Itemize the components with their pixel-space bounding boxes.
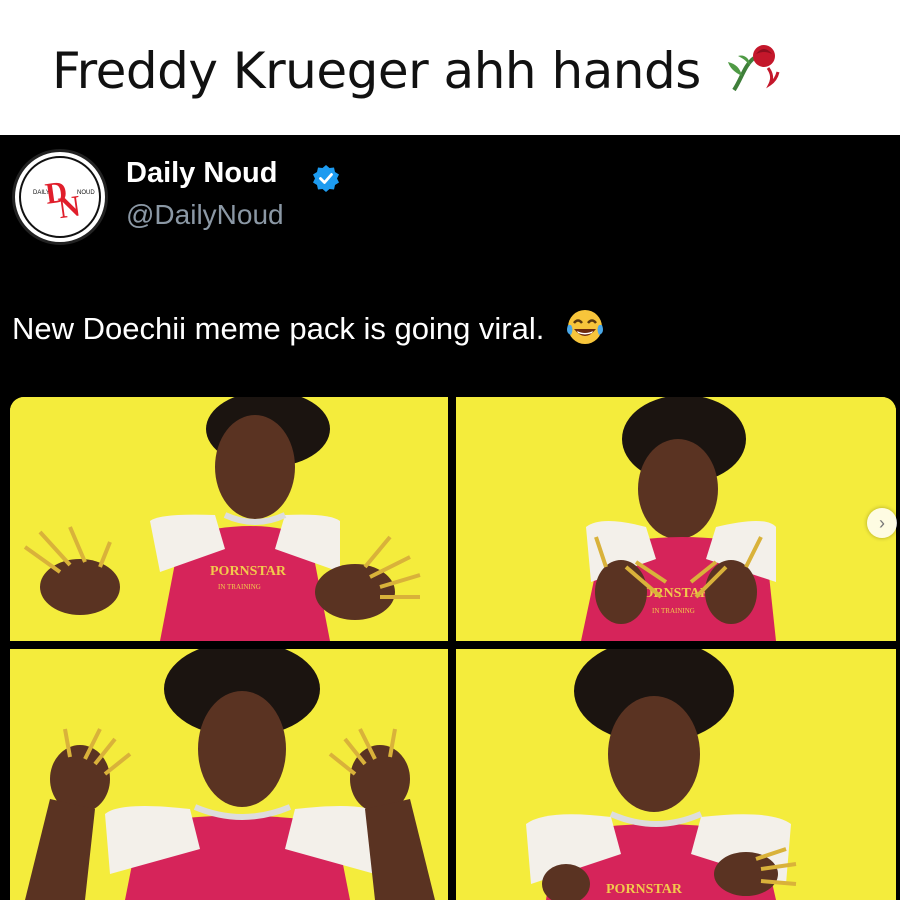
- meme-caption-bar: Freddy Krueger ahh hands: [0, 0, 900, 135]
- svg-text:IN TRAINING: IN TRAINING: [652, 607, 695, 615]
- verified-badge-icon: [313, 165, 339, 192]
- chevron-right-icon: ›: [879, 513, 885, 533]
- meme-image-3[interactable]: [10, 649, 448, 900]
- tweet-text: New Doechii meme pack is going viral.: [12, 311, 545, 346]
- display-name[interactable]: Daily Noud: [126, 157, 277, 190]
- wilted-rose-icon: [728, 45, 780, 92]
- avatar[interactable]: DAILY NOUD D N: [12, 149, 108, 245]
- meme-photo-smiling: PORNSTAR: [456, 649, 896, 900]
- meme-image-4[interactable]: PORNSTAR: [456, 649, 896, 900]
- meme-photo-hands-spread: PORNSTAR IN TRAINING: [10, 397, 448, 641]
- svg-text:IN TRAINING: IN TRAINING: [218, 583, 261, 591]
- tweet-body: New Doechii meme pack is going viral.: [12, 307, 605, 347]
- carousel-next-button[interactable]: ›: [867, 508, 897, 538]
- caption-text: Freddy Krueger ahh hands: [52, 42, 701, 100]
- meme-photo-pointing-self: PORNSTAR IN TRAINING: [456, 397, 896, 641]
- tweet-card: DAILY NOUD D N Daily Noud @DailyNoud New…: [0, 135, 900, 900]
- meme-image-2[interactable]: PORNSTAR IN TRAINING: [456, 397, 896, 641]
- svg-text:NOUD: NOUD: [77, 190, 95, 196]
- svg-text:PORNSTAR: PORNSTAR: [210, 564, 287, 579]
- face-with-tears-of-joy-icon: [567, 310, 603, 344]
- meme-photo-claw-hands: [10, 649, 448, 900]
- media-grid: PORNSTAR IN TRAINING PORNSTAR IN TRAININ…: [10, 397, 896, 900]
- meme-caption: Freddy Krueger ahh hands: [52, 38, 784, 101]
- daily-noud-logo: DAILY NOUD D N: [17, 154, 103, 240]
- svg-text:PORNSTAR: PORNSTAR: [606, 882, 683, 897]
- handle[interactable]: @DailyNoud: [126, 199, 284, 231]
- meme-image-1[interactable]: PORNSTAR IN TRAINING: [10, 397, 448, 641]
